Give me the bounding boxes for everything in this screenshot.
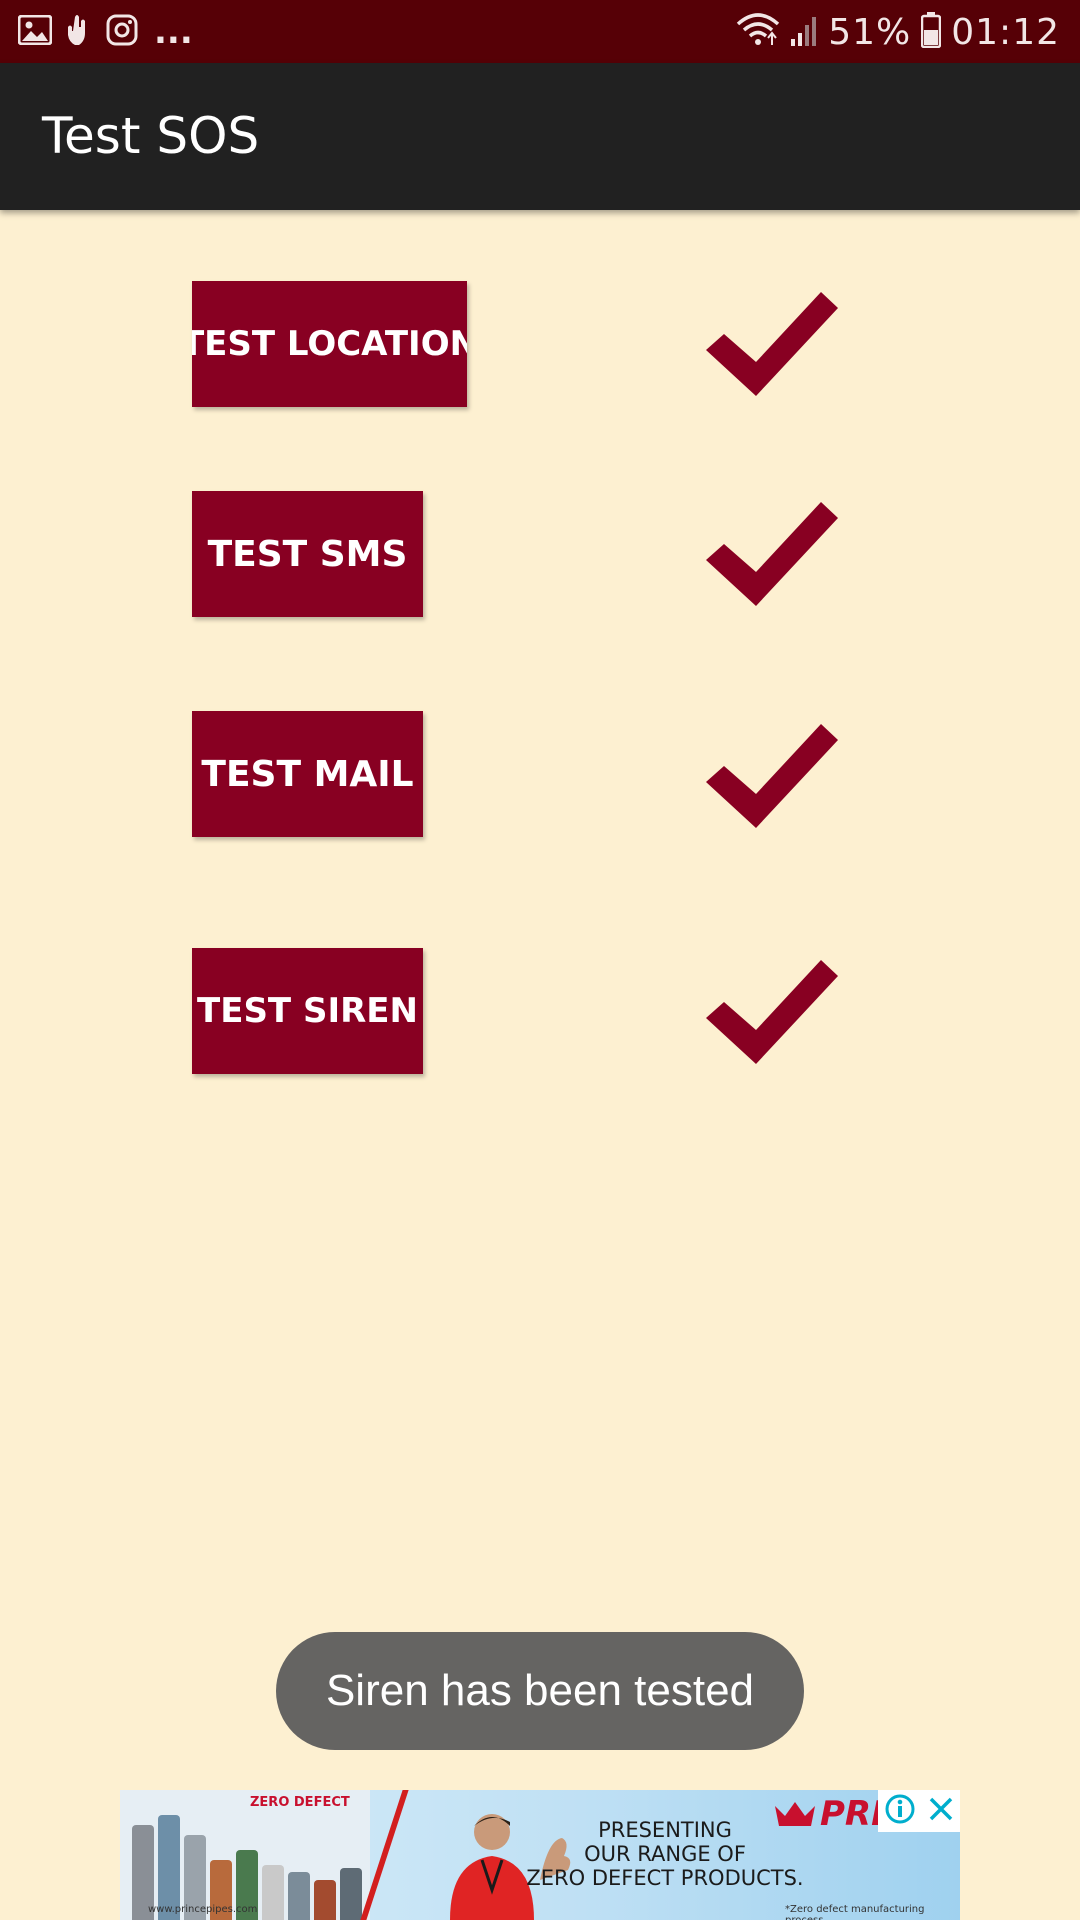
ad-info-icon[interactable] bbox=[884, 1793, 916, 1829]
image-icon bbox=[17, 14, 53, 49]
test-sms-button[interactable]: TEST SMS bbox=[192, 491, 423, 617]
check-icon-location bbox=[706, 292, 838, 396]
hand-icon bbox=[66, 13, 92, 51]
ad-brand: PRI bbox=[820, 1794, 884, 1834]
test-siren-button[interactable]: TEST SIREN bbox=[192, 948, 423, 1074]
status-time: 01:12 bbox=[951, 11, 1060, 53]
battery-icon bbox=[921, 12, 942, 52]
ad-headline-3: ZERO DEFECT PRODUCTS. bbox=[526, 1866, 804, 1890]
ad-footnote: *Zero defect manufacturing process bbox=[785, 1904, 925, 1920]
signal-icon bbox=[790, 13, 818, 51]
check-icon-sms bbox=[706, 502, 838, 606]
test-mail-button[interactable]: TEST MAIL bbox=[192, 711, 423, 837]
app-bar: Test SOS bbox=[0, 63, 1080, 210]
wifi-icon bbox=[736, 12, 780, 52]
ad-controls bbox=[878, 1790, 960, 1832]
more-notifications-indicator: ... bbox=[154, 12, 193, 52]
instagram-icon bbox=[106, 14, 138, 50]
ad-banner[interactable]: ZERO DEFECT PRESENTING OUR RANGE OF ZERO… bbox=[120, 1790, 960, 1920]
ad-copy: PRESENTING OUR RANGE OF ZERO DEFECT PROD… bbox=[480, 1818, 850, 1890]
check-icon-siren bbox=[706, 960, 838, 1064]
battery-percent: 51% bbox=[828, 11, 912, 53]
check-icon-mail bbox=[706, 724, 838, 828]
ad-zero-defect-logo: ZERO DEFECT bbox=[250, 1795, 350, 1810]
ad-crown-icon bbox=[775, 1802, 815, 1826]
test-location-button[interactable]: TEST LOCATION bbox=[192, 281, 467, 407]
status-bar-left: ... bbox=[17, 12, 193, 52]
ad-url: www.princepipes.com bbox=[148, 1904, 258, 1915]
page-title: Test SOS bbox=[42, 107, 260, 165]
status-bar: ... 51% 01:12 bbox=[0, 0, 1080, 63]
status-bar-right: 51% 01:12 bbox=[736, 10, 1060, 54]
ad-close-icon[interactable] bbox=[927, 1795, 955, 1827]
toast-message: Siren has been tested bbox=[276, 1632, 804, 1750]
ad-headline-2: OUR RANGE OF bbox=[584, 1842, 746, 1866]
